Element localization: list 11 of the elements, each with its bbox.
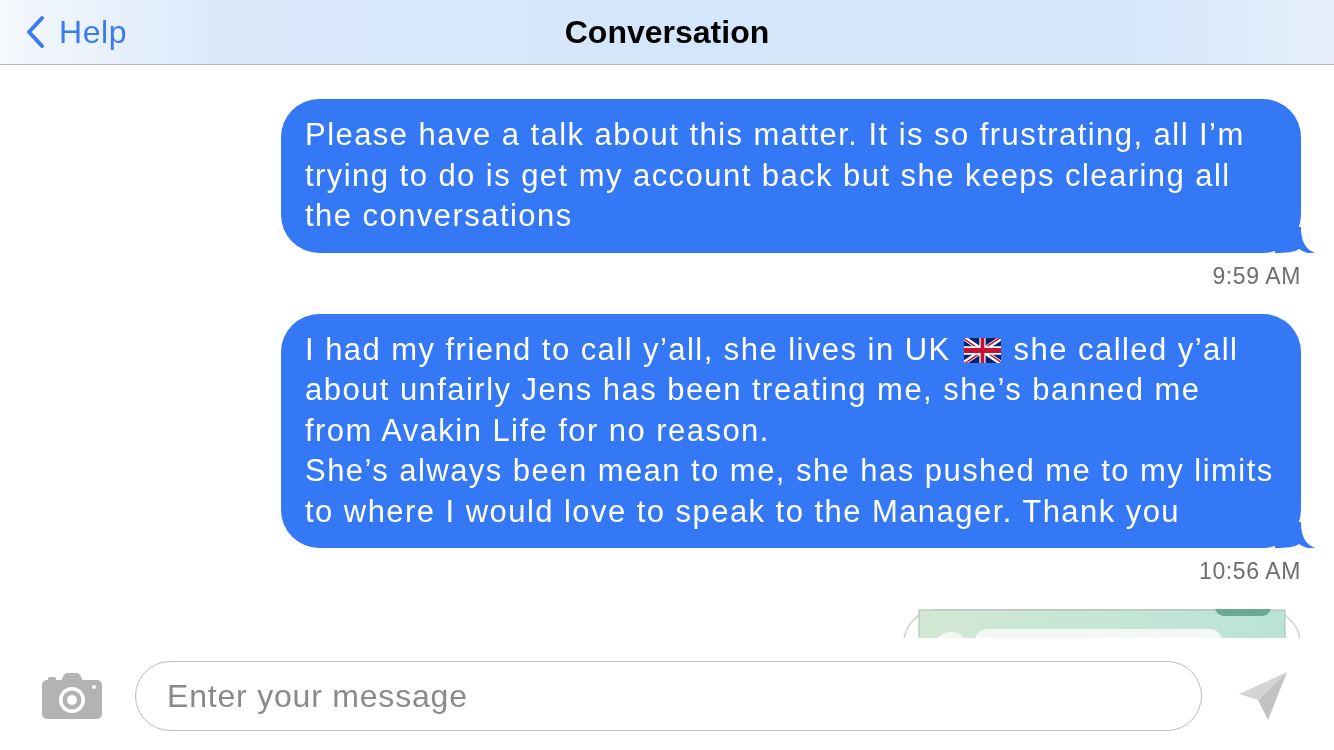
flag-icon [963,337,1001,363]
screen-title: Conversation [564,13,770,51]
back-button[interactable]: Help [25,13,128,51]
timestamp: 9:59 AM [1212,262,1301,289]
timestamp: 10:56 AM [1199,558,1301,584]
message-text: Please have a talk about this matter. It is so frustrating, all I’m trying to do is get my account back but she keeps clearing all the conversations [305,116,1246,235]
message-text: I had my friend to call y’all, she lives in UK she called y’all about unfairly Jens has been treating me, she’s banned me from Avakin Life for no reason. She’s always been mean to me, she has pushed me to my limits to where I would love to speak to the Manager. Thank you [305,330,1275,531]
camera-icon[interactable] [42,673,102,719]
chevron-left-icon [25,15,45,49]
message-input[interactable]: Enter your message [135,661,1202,731]
send-icon[interactable] [1238,671,1288,721]
